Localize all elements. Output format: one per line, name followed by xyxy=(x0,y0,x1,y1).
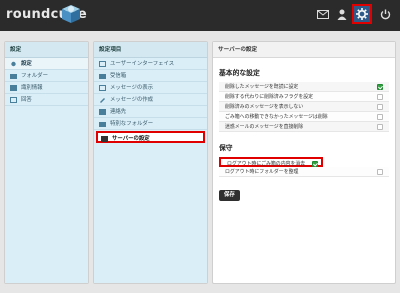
section-item-ui[interactable]: ユーザーインターフェイス xyxy=(94,58,207,70)
contacts-icon[interactable] xyxy=(333,5,351,23)
maintenance-section-title: 保守 xyxy=(219,144,233,152)
sidebar-item-label: 設定 xyxy=(21,61,32,67)
pref-label: 削除する代わりに削除済みフラグを設定 xyxy=(225,94,314,100)
pref-checkbox[interactable] xyxy=(377,104,383,110)
sidebar-item-settings[interactable]: 設定 xyxy=(5,58,88,70)
pref-label: 迷惑メールのメッセージを直接削除 xyxy=(225,124,304,130)
pref-row: 削除済みのメッセージを表示しない xyxy=(219,102,389,112)
pref-label: 削除したメッセージを既読に設定 xyxy=(225,84,299,90)
section-item-label: メッセージの表示 xyxy=(110,85,154,91)
pref-row: 削除したメッセージを既読に設定 xyxy=(219,82,389,92)
section-item-special-folders[interactable]: 特別なフォルダー xyxy=(94,118,207,130)
preferences-content: 基本的な設定 削除したメッセージを既読に設定 削除する代わりに削除済みフラグを設… xyxy=(213,67,395,201)
pref-checkbox[interactable] xyxy=(377,84,383,90)
responses-icon xyxy=(10,97,17,103)
pref-checkbox[interactable] xyxy=(377,94,383,100)
section-item-label: ユーザーインターフェイス xyxy=(110,61,175,67)
section-item-label: 受信箱 xyxy=(110,73,127,79)
settings-icon[interactable] xyxy=(352,4,372,24)
section-item-label: 連絡先 xyxy=(110,109,127,115)
section-item-compose[interactable]: メッセージの作成 xyxy=(94,94,207,106)
pref-row: 削除する代わりに削除済みフラグを設定 xyxy=(219,92,389,102)
sidebar-item-label: 識別情報 xyxy=(21,85,43,91)
contacts-icon xyxy=(99,109,106,115)
basic-settings-list: 削除したメッセージを既読に設定 削除する代わりに削除済みフラグを設定 削除済みの… xyxy=(219,82,389,132)
gear-icon xyxy=(11,61,16,67)
preferences-panel: サーバーの設定 基本的な設定 削除したメッセージを既読に設定 削除する代わりに削… xyxy=(212,41,396,284)
sidebar-header: 設定 xyxy=(5,42,88,58)
section-item-contacts[interactable]: 連絡先 xyxy=(94,106,207,118)
pref-row: ごみ箱への移動できなかったメッセージは削除 xyxy=(219,112,389,122)
section-item-label: サーバーの設定 xyxy=(112,136,150,142)
section-item-server-settings[interactable]: サーバーの設定 xyxy=(96,131,205,143)
sidebar-item-label: 回答 xyxy=(21,97,32,103)
section-item-label: 特別なフォルダー xyxy=(110,121,154,127)
settings-sidebar: 設定 設定 フォルダー 識別情報 回答 xyxy=(4,41,89,284)
save-button[interactable]: 保存 xyxy=(219,190,240,201)
sidebar-list: 設定 フォルダー 識別情報 回答 xyxy=(5,58,88,283)
sidebar-item-responses[interactable]: 回答 xyxy=(5,94,88,106)
basic-section-title: 基本的な設定 xyxy=(219,69,260,77)
preferences-header: サーバーの設定 xyxy=(213,42,395,58)
pref-label: ごみ箱への移動できなかったメッセージは削除 xyxy=(225,114,328,120)
ui-icon xyxy=(99,61,106,67)
pref-label: ログアウト時にフォルダーを整理 xyxy=(225,169,299,175)
server-icon xyxy=(101,136,108,142)
section-item-label: メッセージの作成 xyxy=(110,97,154,103)
inbox-icon xyxy=(99,74,106,79)
top-bar: roundcube xyxy=(0,0,400,31)
logo-cube-icon xyxy=(62,5,80,23)
pref-checkbox[interactable] xyxy=(377,169,383,175)
compose-icon xyxy=(100,98,105,103)
sidebar-item-identities[interactable]: 識別情報 xyxy=(5,82,88,94)
power-icon[interactable] xyxy=(376,5,394,23)
sections-list: ユーザーインターフェイス 受信箱 メッセージの表示 メッセージの作成 連絡先 特… xyxy=(94,58,207,283)
folder-icon xyxy=(10,74,17,79)
folder-icon xyxy=(99,122,106,127)
pref-checkbox[interactable] xyxy=(377,124,383,130)
pref-row-clear-trash: ログアウト時にごみ箱の内容を消去 xyxy=(219,157,323,167)
sidebar-item-folders[interactable]: フォルダー xyxy=(5,70,88,82)
sections-header: 設定項目 xyxy=(94,42,207,58)
sidebar-item-label: フォルダー xyxy=(21,73,48,79)
pref-label: 削除済みのメッセージを表示しない xyxy=(225,104,304,110)
pref-checkbox[interactable] xyxy=(377,114,383,120)
maintenance-settings-list: ログアウト時にごみ箱の内容を消去 ログアウト時にフォルダーを整理 xyxy=(219,157,389,177)
pref-row: ログアウト時にフォルダーを整理 xyxy=(219,167,389,177)
pref-row: 迷惑メールのメッセージを直接削除 xyxy=(219,122,389,132)
section-item-inbox[interactable]: 受信箱 xyxy=(94,70,207,82)
display-icon xyxy=(99,85,106,91)
section-item-display[interactable]: メッセージの表示 xyxy=(94,82,207,94)
mail-icon[interactable] xyxy=(314,5,332,23)
identity-icon xyxy=(10,85,17,91)
sections-panel: 設定項目 ユーザーインターフェイス 受信箱 メッセージの表示 メッセージの作成 … xyxy=(93,41,208,284)
